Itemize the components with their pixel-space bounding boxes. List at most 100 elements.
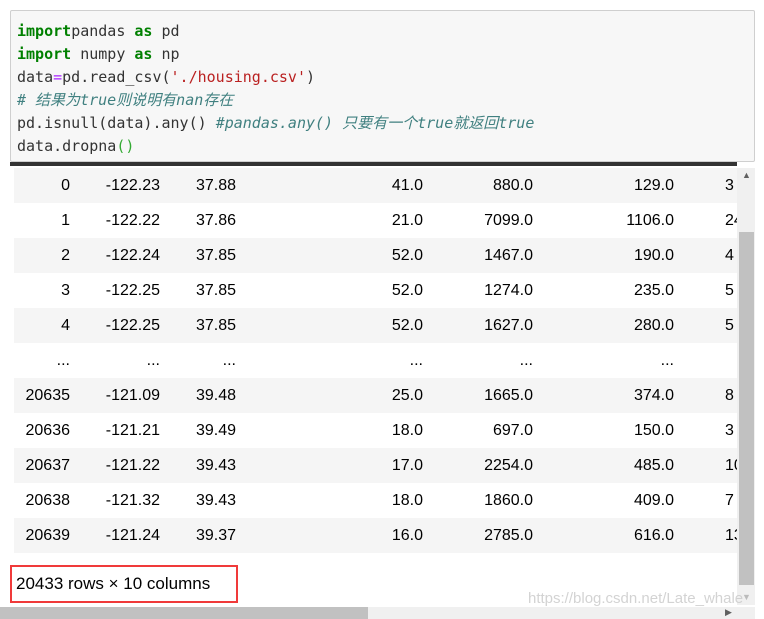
code-token: # 结果为true则说明有nan存在 xyxy=(17,91,234,109)
table-cell: -122.25 xyxy=(105,282,160,299)
table-cell: 1467.0 xyxy=(484,247,533,264)
table-cell: 616.0 xyxy=(633,527,674,544)
table-cell: 1665.0 xyxy=(484,387,533,404)
row-index: 3 xyxy=(61,282,70,299)
table-row: 4 -122.25 37.85 52.0 1627.0 280.0 5 xyxy=(14,308,737,343)
row-index: 20635 xyxy=(25,387,71,404)
row-index: 2 xyxy=(61,247,70,264)
table-row: 20635 -121.09 39.48 25.0 1665.0 374.0 8 xyxy=(14,378,737,413)
table-cell: 41.0 xyxy=(391,177,423,194)
table-row: 3 -122.25 37.85 52.0 1274.0 235.0 5 xyxy=(14,273,737,308)
code-line: # 结果为true则说明有nan存在 xyxy=(17,89,754,112)
table-cell: 150.0 xyxy=(633,422,674,439)
table-row: 20639 -121.24 39.37 16.0 2785.0 616.0 13 xyxy=(14,518,737,553)
table-cell: 8 xyxy=(725,387,734,404)
table-cell: 52.0 xyxy=(391,282,423,299)
row-index: 20639 xyxy=(25,527,71,544)
table-cell: 37.85 xyxy=(195,247,236,264)
table-cell: 18.0 xyxy=(391,422,423,439)
code-token: pd xyxy=(152,22,180,40)
table-row: 20636 -121.21 39.49 18.0 697.0 150.0 3 xyxy=(14,413,737,448)
table-cell: 129.0 xyxy=(633,177,674,194)
table-cell: 5 xyxy=(725,317,734,334)
row-index: 0 xyxy=(61,177,70,194)
table-cell: 7099.0 xyxy=(484,212,533,229)
table-cell: 374.0 xyxy=(633,387,674,404)
code-token: = xyxy=(53,68,63,86)
row-index: ... xyxy=(56,352,70,369)
code-token: () xyxy=(116,137,135,155)
code-line: pd.isnull(data).any() #pandas.any() 只要有一… xyxy=(17,112,754,135)
table-cell: 39.43 xyxy=(195,492,236,509)
code-token: import xyxy=(17,45,72,63)
horizontal-scrollbar[interactable]: ▶ xyxy=(0,607,755,619)
code-token: as xyxy=(134,45,153,63)
table-cell: 2785.0 xyxy=(484,527,533,544)
table-cell: 24 xyxy=(725,212,737,229)
table-cell: -122.23 xyxy=(105,177,160,194)
table-cell: 39.48 xyxy=(195,387,236,404)
table-cell: 25.0 xyxy=(391,387,423,404)
table-cell: 16.0 xyxy=(391,527,423,544)
scroll-right-arrow-icon[interactable]: ▶ xyxy=(725,607,732,618)
code-line: import numpy as np xyxy=(17,43,754,66)
row-index: 20638 xyxy=(25,492,71,509)
code-cell[interactable]: importpandas as pd import numpy as np data… xyxy=(10,10,755,162)
dataframe-output: 0 -122.23 37.88 41.0 880.0 129.0 3 1 -122.22 37.8… xyxy=(0,162,737,605)
output-divider xyxy=(10,162,737,166)
watermark: https://blog.csdn.net/Late_whale xyxy=(528,590,744,607)
vertical-scrollbar-thumb[interactable] xyxy=(739,232,754,585)
table-cell: 3 xyxy=(725,422,734,439)
table-cell: -121.21 xyxy=(105,422,160,439)
table-row: 1 -122.22 37.86 21.0 7099.0 1106.0 24 xyxy=(14,203,737,238)
table-row: 2 -122.24 37.85 52.0 1467.0 190.0 4 xyxy=(14,238,737,273)
table-cell: 1860.0 xyxy=(484,492,533,509)
code-token: pd.isnull(data).any() xyxy=(17,114,216,132)
table-cell: 7 xyxy=(725,492,734,509)
code-token: pd.read_csv( xyxy=(62,68,171,86)
table-cell: -121.32 xyxy=(105,492,160,509)
table-cell: 2254.0 xyxy=(484,457,533,474)
horizontal-scrollbar-thumb[interactable] xyxy=(0,607,368,619)
table-cell: -121.09 xyxy=(105,387,160,404)
table-cell: ... xyxy=(519,352,533,369)
table-cell: 39.49 xyxy=(195,422,236,439)
code-token: pandas xyxy=(71,22,135,40)
code-token: data.dropna xyxy=(17,137,117,155)
row-index: 4 xyxy=(61,317,70,334)
table-cell: 697.0 xyxy=(492,422,533,439)
code-token: './housing.csv' xyxy=(170,68,306,86)
scroll-down-arrow-icon[interactable]: ▼ xyxy=(742,592,751,602)
table-cell: 485.0 xyxy=(633,457,674,474)
code-line: importpandas as pd xyxy=(17,20,754,43)
code-token: np xyxy=(152,45,180,63)
table-cell: 1106.0 xyxy=(626,212,674,229)
dataframe-shape: 20433 rows × 10 columns xyxy=(10,565,238,603)
table-cell: 52.0 xyxy=(391,247,423,264)
table-cell: 37.88 xyxy=(195,177,236,194)
code-token: numpy xyxy=(71,45,135,63)
table-cell: 37.85 xyxy=(195,282,236,299)
table-cell: ... xyxy=(660,352,674,369)
table-cell: -121.24 xyxy=(105,527,160,544)
table-cell: ... xyxy=(146,352,160,369)
table-cell: 409.0 xyxy=(633,492,674,509)
table-cell: 3 xyxy=(725,177,734,194)
scroll-up-arrow-icon[interactable]: ▲ xyxy=(742,170,751,180)
table-cell: 235.0 xyxy=(633,282,674,299)
table-cell: 52.0 xyxy=(391,317,423,334)
table-cell: 280.0 xyxy=(633,317,674,334)
vertical-scrollbar[interactable]: ▲ ▼ xyxy=(737,168,755,605)
code-token: #pandas.any() 只要有一个true就返回true xyxy=(215,114,535,132)
table-cell: 37.85 xyxy=(195,317,236,334)
table-cell: 18.0 xyxy=(391,492,423,509)
code-token: ) xyxy=(306,68,316,86)
code-line: data=pd.read_csv('./housing.csv') xyxy=(17,66,754,89)
table-cell: 21.0 xyxy=(391,212,423,229)
code-line: data.dropna() xyxy=(17,135,754,158)
table-cell: 880.0 xyxy=(492,177,533,194)
table-cell: ... xyxy=(222,352,236,369)
code-token: as xyxy=(134,22,153,40)
table-cell: 17.0 xyxy=(391,457,423,474)
table-cell: 39.43 xyxy=(195,457,236,474)
